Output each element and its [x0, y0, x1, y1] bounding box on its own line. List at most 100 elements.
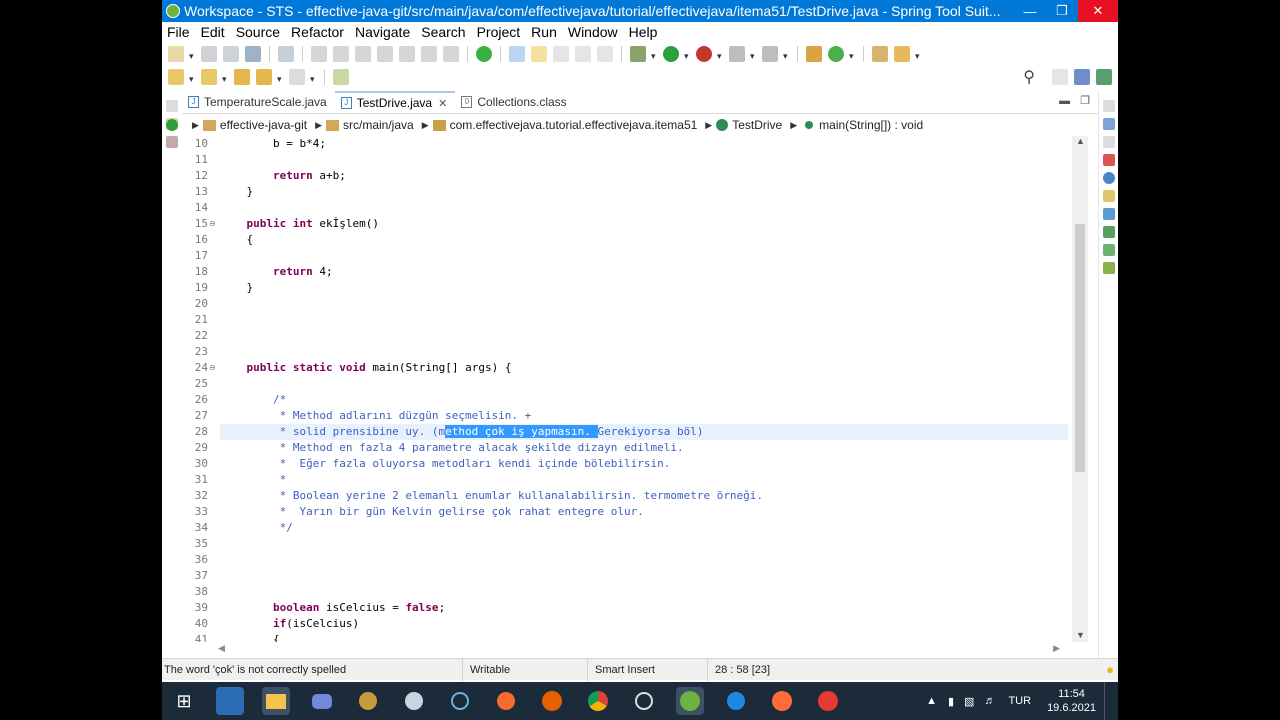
chevron-right-icon[interactable]: ▶	[192, 120, 199, 131]
scroll-down-icon[interactable]: ▼	[1076, 630, 1085, 640]
restore-view-icon[interactable]	[166, 100, 178, 112]
new-class-dropdown-icon[interactable]	[849, 46, 856, 62]
minimize-button[interactable]: —	[1014, 0, 1046, 22]
debug-dropdown-icon[interactable]	[651, 46, 658, 62]
forward-icon[interactable]	[289, 69, 305, 85]
code-line[interactable]	[220, 584, 1068, 600]
chevron-right-icon[interactable]: ▶	[705, 120, 712, 131]
restore-button[interactable]: ❐	[1046, 0, 1078, 22]
next-annotation-icon[interactable]	[168, 69, 184, 85]
toggle-mark-occurrences-icon[interactable]	[509, 45, 525, 62]
code-line[interactable]: {	[220, 232, 1068, 248]
new-java-project-icon[interactable]	[806, 45, 822, 62]
open-perspective-icon[interactable]	[1052, 69, 1068, 85]
previous-annotation-icon[interactable]	[201, 69, 217, 85]
type-hierarchy-icon[interactable]	[166, 136, 178, 148]
menu-navigate[interactable]: Navigate	[350, 24, 416, 40]
tab-temperaturescale[interactable]: J TemperatureScale.java	[182, 91, 335, 113]
discord-icon[interactable]	[308, 687, 336, 715]
chevron-right-icon[interactable]: ▶	[790, 120, 797, 131]
language-indicator[interactable]: TUR	[1008, 695, 1031, 707]
open-type-icon[interactable]	[872, 45, 888, 62]
pin-editor-icon[interactable]	[333, 69, 349, 85]
chevron-up-icon[interactable]: ▲	[926, 695, 937, 707]
word-wrap-icon[interactable]	[575, 45, 591, 62]
scroll-left-icon[interactable]: ◀	[218, 643, 225, 654]
steam-icon[interactable]	[400, 687, 428, 715]
external-tools-dropdown-icon[interactable]	[783, 46, 790, 62]
league-client-icon[interactable]	[354, 687, 382, 715]
code-line[interactable]: * solid prensibine uy. (method çok iş ya…	[220, 424, 1068, 440]
debug-view-icon[interactable]	[1102, 262, 1115, 274]
debug-perspective-icon[interactable]	[1096, 69, 1112, 85]
code-line[interactable]: }	[220, 280, 1068, 296]
code-line[interactable]: return 4;	[220, 264, 1068, 280]
quick-access-search-icon[interactable]: ⚲	[1023, 67, 1035, 87]
problems-icon[interactable]	[1102, 154, 1115, 166]
code-line[interactable]	[220, 248, 1068, 264]
run-dropdown-icon[interactable]	[684, 46, 691, 62]
chevron-right-icon[interactable]: ▶	[422, 120, 429, 131]
windows-start-icon[interactable]: ⊞	[170, 687, 198, 715]
resume-icon[interactable]	[311, 45, 327, 62]
code-line[interactable]	[220, 296, 1068, 312]
skip-breakpoints-icon[interactable]	[278, 45, 294, 62]
firefox-icon[interactable]	[538, 687, 566, 715]
save-icon[interactable]	[201, 45, 217, 62]
menu-run[interactable]: Run	[526, 24, 563, 40]
console-icon[interactable]	[1102, 208, 1115, 220]
code-line[interactable]: * Eğer fazla oluyorsa metodları kendi iç…	[220, 456, 1068, 472]
code-line[interactable]: * Method adlarını düzgün seçmelisin. +	[220, 408, 1068, 424]
screen-recorder-icon[interactable]	[814, 687, 842, 715]
run-icon[interactable]	[663, 45, 679, 62]
terminate-icon[interactable]	[355, 45, 371, 62]
code-editor[interactable]: 10 11 12 13 14 15 ⊖ 16 17 18 19 20 21 22 23 24 ⊖ 25 26 27 28…	[182, 136, 1098, 642]
code-line[interactable]: {	[220, 632, 1068, 642]
spider-app-icon[interactable]	[630, 687, 658, 715]
code-line[interactable]: return a+b;	[220, 168, 1068, 184]
new-dropdown-icon[interactable]	[189, 46, 196, 62]
code-line[interactable]: b = b*4;	[220, 136, 1068, 152]
code-line[interactable]: }	[220, 184, 1068, 200]
external-tools-icon[interactable]	[762, 45, 778, 62]
close-button[interactable]: ✕	[1078, 0, 1118, 22]
breadcrumb-project[interactable]: effective-java-git	[202, 118, 307, 132]
scroll-up-icon[interactable]: ▲	[1076, 136, 1085, 146]
search-tool-icon[interactable]	[894, 45, 910, 62]
restore-view-icon[interactable]	[1102, 100, 1115, 112]
java-perspective-icon[interactable]	[1074, 69, 1090, 85]
code-line[interactable]	[220, 552, 1068, 568]
menu-refactor[interactable]: Refactor	[286, 24, 350, 40]
close-tab-icon[interactable]: ✕	[438, 97, 447, 110]
chevron-right-icon[interactable]: ▶	[315, 120, 322, 131]
breadcrumb-method[interactable]: main(String[]) : void	[801, 118, 923, 132]
code-line[interactable]: public static void main(String[] args) {	[220, 360, 1068, 376]
code-line[interactable]	[220, 152, 1068, 168]
breadcrumb-package[interactable]: com.effectivejava.tutorial.effectivejava…	[432, 118, 697, 132]
horizontal-scrollbar[interactable]: ◀ ▶	[216, 642, 1062, 656]
code-line[interactable]: if(isCelcius)	[220, 616, 1068, 632]
tab-testdrive[interactable]: J TestDrive.java ✕	[334, 91, 456, 113]
show-whitespace-icon[interactable]	[597, 45, 613, 62]
chrome-icon[interactable]	[584, 687, 612, 715]
save-all-icon[interactable]	[223, 45, 239, 62]
code-line[interactable]	[220, 536, 1068, 552]
code-line[interactable]: public int ekİşlem()	[220, 216, 1068, 232]
code-line[interactable]: /*	[220, 392, 1068, 408]
step-over-icon[interactable]	[421, 45, 437, 62]
print-icon[interactable]	[245, 45, 261, 62]
menu-file[interactable]: File	[162, 24, 196, 40]
coverage-icon[interactable]	[696, 45, 712, 62]
toggle-highlight-icon[interactable]	[531, 45, 547, 62]
code-line[interactable]: */	[220, 520, 1068, 536]
search-dropdown-icon[interactable]	[915, 46, 922, 62]
volume-icon[interactable]: ♬	[984, 695, 995, 707]
postman-icon[interactable]	[768, 687, 796, 715]
tip-lightbulb-icon[interactable]: ●	[1106, 662, 1114, 677]
tab-collections[interactable]: 0 Collections.class	[455, 91, 574, 113]
menu-window[interactable]: Window	[563, 24, 624, 40]
clock[interactable]: 11:54 19.6.2021	[1047, 687, 1096, 715]
notifications-icon[interactable]	[1104, 682, 1118, 720]
debug-icon[interactable]	[630, 45, 646, 62]
lenovo-app-icon[interactable]	[216, 687, 244, 715]
